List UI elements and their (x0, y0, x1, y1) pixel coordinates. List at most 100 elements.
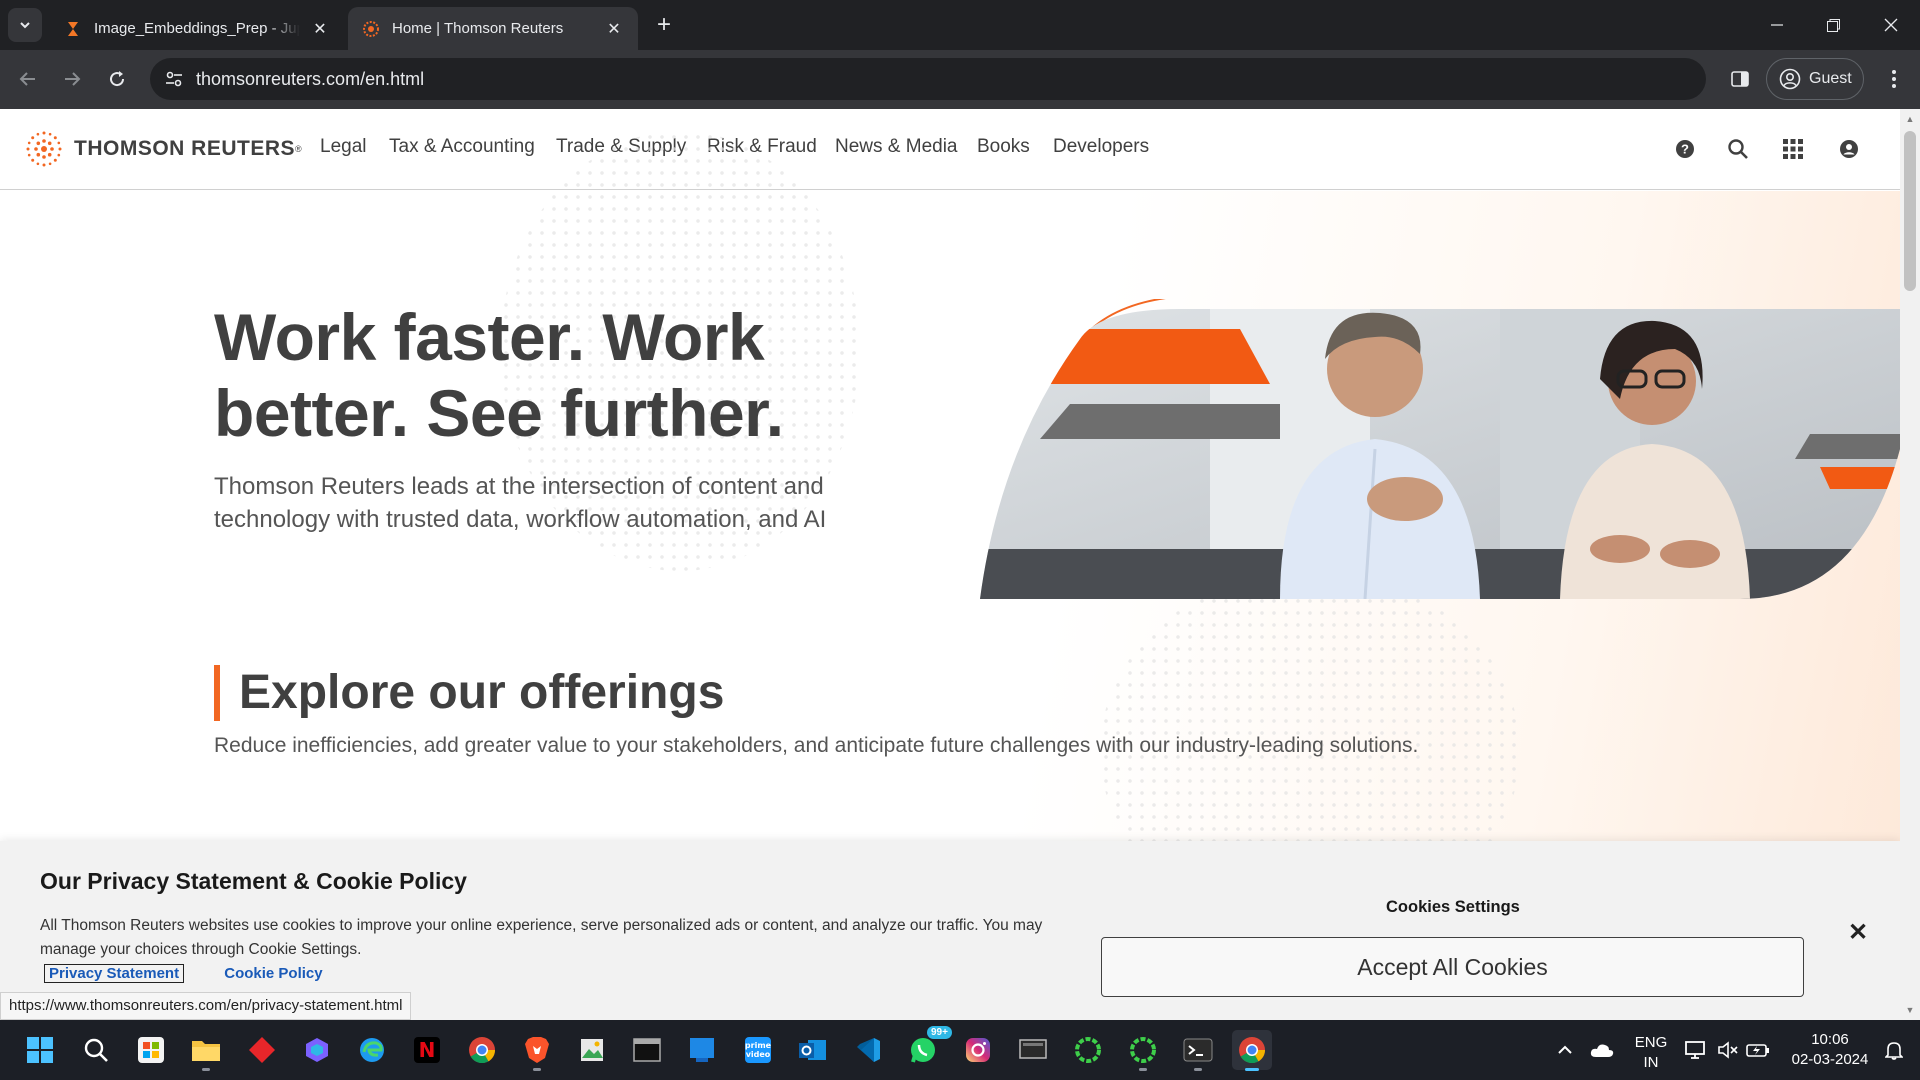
network-icon (1685, 1041, 1705, 1059)
taskbar-instagram[interactable] (958, 1030, 998, 1070)
taskbar-vscode[interactable] (848, 1030, 888, 1070)
offerings-subtitle: Reduce inefficiencies, add greater value… (214, 734, 1419, 757)
site-header: THOMSON REUTERS ® Legal Tax & Accounting… (0, 109, 1900, 190)
start-button[interactable] (20, 1030, 60, 1070)
apps-button[interactable] (1780, 136, 1806, 162)
taskbar-terminal[interactable] (1178, 1030, 1218, 1071)
minimize-icon (1771, 24, 1783, 26)
accept-all-cookies-button[interactable]: Accept All Cookies (1101, 937, 1804, 997)
browser-menu-button[interactable] (1880, 62, 1908, 96)
back-button[interactable] (10, 61, 46, 97)
folder-icon (192, 1041, 220, 1061)
taskbar-netflix[interactable]: N (407, 1030, 447, 1070)
forward-arrow-icon (65, 72, 81, 86)
taskbar-chrome[interactable] (462, 1030, 502, 1070)
section-accent-bar (214, 665, 220, 721)
tab-title: Home | Thomson Reuters (392, 20, 564, 37)
taskbar-file-explorer[interactable] (186, 1030, 226, 1071)
brave-lion-icon (525, 1037, 549, 1063)
tab-thomson-reuters[interactable]: Home | Thomson Reuters ✕ (348, 7, 638, 50)
taskbar-image-viewer[interactable] (572, 1030, 612, 1070)
onedrive-button[interactable] (1582, 1030, 1622, 1070)
privacy-statement-link[interactable]: Privacy Statement (44, 964, 185, 983)
taskbar-microsoft-store[interactable] (131, 1030, 171, 1070)
cookie-banner-title: Our Privacy Statement & Cookie Policy (40, 868, 467, 894)
taskbar-green-app-1[interactable] (1068, 1030, 1108, 1070)
windows-logo-icon (27, 1037, 53, 1063)
bell-icon (1885, 1042, 1903, 1060)
taskbar-whatsapp[interactable]: 99+ (903, 1026, 952, 1070)
close-icon[interactable]: ✕ (1846, 921, 1870, 945)
restore-button[interactable] (1810, 0, 1856, 50)
monitor-app-icon (1019, 1039, 1047, 1059)
minimize-button[interactable] (1754, 0, 1800, 50)
taskbar-window-app[interactable] (682, 1030, 722, 1070)
tab-jupyter[interactable]: Image_Embeddings_Prep - Jupyter ✕ (50, 7, 344, 50)
taskbar-app-red[interactable] (242, 1030, 282, 1070)
show-hidden-icons-button[interactable] (1545, 1030, 1585, 1070)
cookies-settings-button[interactable]: Cookies Settings (1386, 898, 1520, 917)
copilot-icon (306, 1038, 328, 1062)
scroll-down-arrow-icon[interactable]: ▼ (1900, 1002, 1920, 1018)
thomson-reuters-logo[interactable]: THOMSON REUTERS ® (24, 129, 302, 169)
tab-search-dropdown-button[interactable] (8, 8, 42, 42)
profile-button[interactable]: Guest (1766, 58, 1864, 100)
red-diamond-app-icon (249, 1037, 275, 1063)
store-icon (138, 1037, 164, 1063)
battery-button[interactable] (1738, 1030, 1778, 1070)
search-icon (1728, 139, 1748, 159)
browser-toolbar: thomsonreuters.com/en.html Guest (0, 50, 1920, 109)
link-status-bubble: https://www.thomsonreuters.com/en/privac… (0, 992, 412, 1020)
taskbar-chrome-active[interactable] (1232, 1030, 1272, 1071)
nav-legal[interactable]: Legal (320, 136, 367, 158)
nav-tax-accounting[interactable]: Tax & Accounting (389, 136, 535, 158)
cloud-icon (1590, 1044, 1614, 1057)
tab-close-icon[interactable]: ✕ (602, 17, 626, 41)
side-panel-button[interactable] (1723, 62, 1757, 96)
taskbar-terminal-dark[interactable] (627, 1030, 667, 1070)
volume-muted-icon (1718, 1041, 1738, 1059)
whatsapp-icon (911, 1038, 935, 1063)
forward-button[interactable] (54, 61, 90, 97)
new-tab-button[interactable]: + (650, 12, 678, 40)
help-button[interactable]: ? (1672, 136, 1698, 162)
logo-wordmark: THOMSON REUTERS (74, 137, 296, 160)
scrollbar-thumb[interactable] (1904, 131, 1916, 291)
cookie-policy-link[interactable]: Cookie Policy (224, 965, 322, 982)
scroll-up-arrow-icon[interactable]: ▲ (1900, 111, 1920, 127)
account-button[interactable] (1836, 136, 1862, 162)
running-indicator (1139, 1068, 1147, 1071)
nav-developers[interactable]: Developers (1053, 136, 1149, 158)
site-info-button[interactable] (160, 65, 188, 93)
taskbar-edge[interactable] (352, 1030, 392, 1070)
language-code: ENG (1634, 1034, 1668, 1051)
taskbar-copilot[interactable] (297, 1030, 337, 1070)
terminal-icon (1183, 1038, 1213, 1062)
language-indicator[interactable]: ENG IN (1628, 1033, 1674, 1073)
taskbar-search-button[interactable] (76, 1030, 116, 1070)
clock[interactable]: 10:06 02-03-2024 (1782, 1030, 1878, 1070)
taskbar-desktop-app[interactable] (1013, 1030, 1053, 1070)
chrome-icon (1239, 1037, 1266, 1064)
close-window-button[interactable] (1868, 0, 1914, 50)
nav-books[interactable]: Books (977, 136, 1030, 158)
taskbar-prime-video[interactable]: prime video (738, 1030, 778, 1070)
page-scrollbar[interactable]: ▲ ▼ (1900, 109, 1920, 1020)
reload-button[interactable] (99, 61, 135, 97)
address-bar[interactable]: thomsonreuters.com/en.html (150, 58, 1706, 100)
window-terminal-icon (633, 1038, 661, 1062)
notifications-button[interactable] (1874, 1030, 1914, 1070)
clock-time: 10:06 (1811, 1031, 1849, 1048)
vscode-icon (857, 1038, 880, 1062)
nav-news-media[interactable]: News & Media (835, 136, 958, 158)
thomson-reuters-favicon-icon (363, 20, 379, 37)
taskbar-brave[interactable] (517, 1030, 557, 1071)
taskbar-green-app-2[interactable] (1123, 1030, 1163, 1071)
offerings-title: Explore our offerings (239, 666, 725, 719)
close-icon (1884, 18, 1898, 32)
tab-title: Image_Embeddings_Prep - Jupyter (94, 20, 300, 37)
site-search-button[interactable] (1725, 136, 1751, 162)
tab-close-icon[interactable]: ✕ (308, 17, 332, 41)
taskbar-outlook[interactable] (793, 1030, 833, 1070)
prime-video-icon: prime video (745, 1037, 771, 1063)
